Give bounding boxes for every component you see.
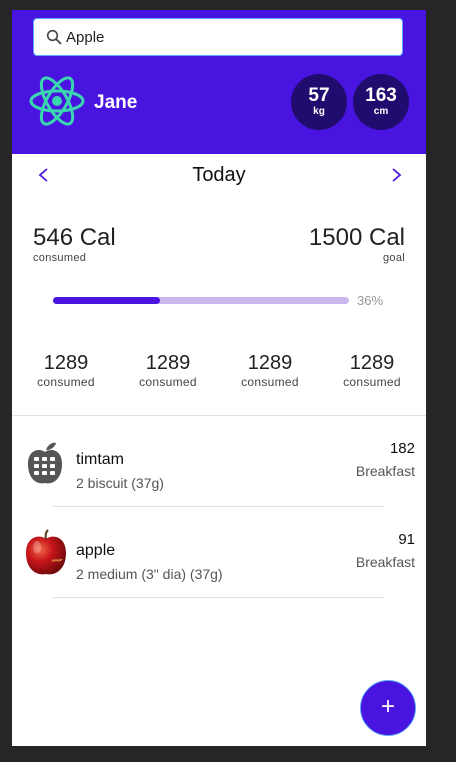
macro-stat: 1289 consumed (123, 351, 213, 389)
food-portion: 2 biscuit (37g) (76, 475, 164, 491)
calories-goal-value: 1500 Cal (308, 224, 405, 251)
app-screen: Jane 57 kg 163 cm Today 546 Cal consumed… (12, 10, 426, 746)
height-value: 163 (365, 85, 397, 106)
calories-goal-label: goal (383, 252, 405, 264)
macro-label: consumed (241, 375, 299, 389)
calories-consumed-value: 546 Cal (33, 224, 116, 251)
food-meal: Breakfast (355, 463, 415, 479)
food-name: apple (76, 542, 116, 559)
height-unit: cm (373, 106, 389, 117)
apple-image (26, 529, 66, 575)
search-icon (46, 29, 62, 45)
macro-label: consumed (37, 375, 95, 389)
search-input[interactable] (64, 19, 398, 56)
weight-badge[interactable]: 57 kg (291, 74, 347, 130)
row-divider (53, 597, 385, 598)
food-calories: 182 (389, 440, 415, 457)
food-meal: Breakfast (355, 554, 415, 570)
search-box[interactable] (33, 18, 403, 56)
macro-value: 1289 (43, 352, 89, 374)
calories-consumed-label: consumed (33, 252, 87, 264)
macro-value: 1289 (145, 352, 191, 374)
calorie-progress-bar (53, 297, 349, 304)
macro-value: 1289 (349, 352, 395, 374)
food-name: timtam (76, 451, 124, 468)
macro-label: consumed (139, 375, 197, 389)
next-day-button[interactable] (386, 165, 406, 185)
macro-value: 1289 (247, 352, 293, 374)
weight-unit: kg (313, 106, 325, 117)
calorie-progress-label: 36% (357, 293, 384, 308)
food-portion: 2 medium (3" dia) (37g) (76, 566, 223, 582)
macro-stat: 1289 consumed (21, 351, 111, 389)
header: Jane 57 kg 163 cm (12, 10, 426, 154)
height-badge[interactable]: 163 cm (353, 74, 409, 130)
calorie-progress-fill (53, 297, 160, 304)
food-calories: 91 (398, 531, 415, 548)
generic-food-icon (28, 442, 62, 484)
react-logo-icon (29, 76, 85, 126)
macro-stat: 1289 consumed (327, 351, 417, 389)
macro-label: consumed (343, 375, 401, 389)
food-list-item[interactable]: timtam 2 biscuit (37g) 182 Breakfast (12, 416, 426, 506)
food-list-item[interactable]: apple 2 medium (3" dia) (37g) 91 Breakfa… (12, 507, 426, 597)
user-name: Jane (94, 92, 138, 113)
day-title: Today (192, 164, 246, 186)
macro-stat: 1289 consumed (225, 351, 315, 389)
weight-value: 57 (308, 85, 330, 106)
add-food-button[interactable]: + (360, 680, 416, 736)
chevron-right-icon (392, 168, 402, 182)
